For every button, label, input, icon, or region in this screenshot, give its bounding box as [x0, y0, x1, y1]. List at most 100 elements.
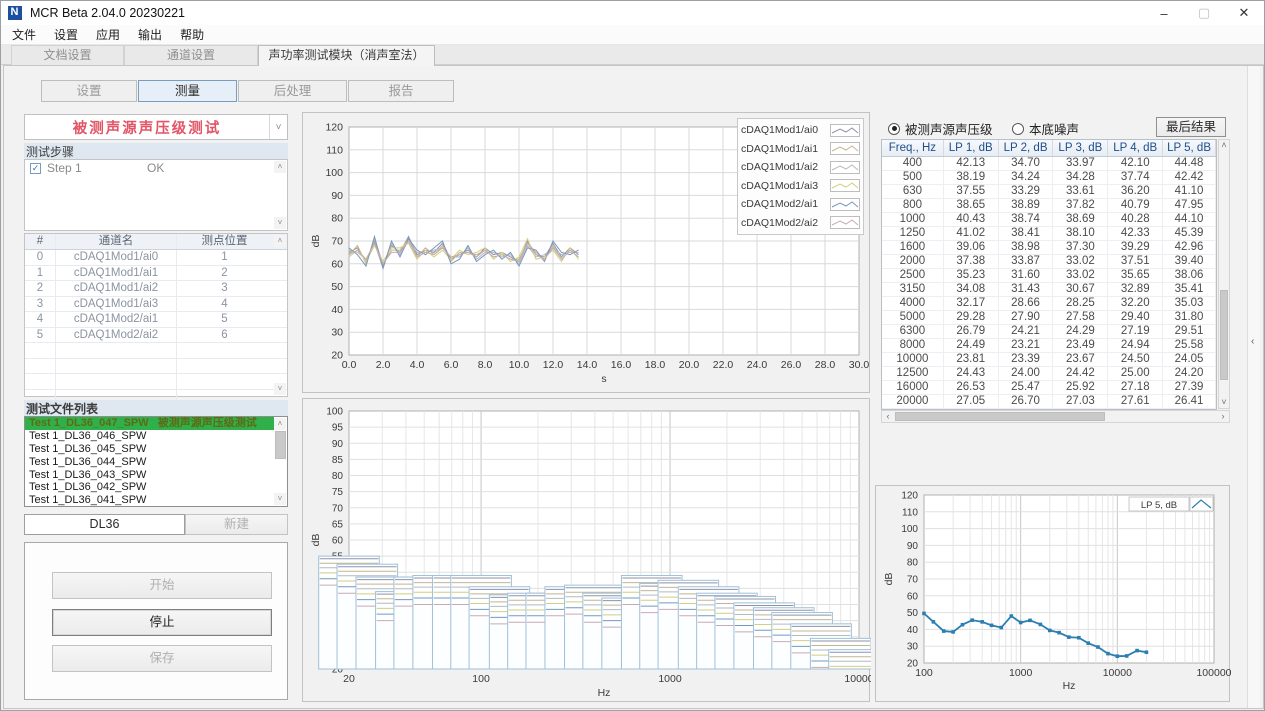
result-table-row[interactable]: 315034.0831.4330.6732.8935.41	[882, 283, 1216, 297]
scroll-down-icon[interactable]: ˅	[1219, 397, 1229, 408]
test-file-item[interactable]: Test 1_DL36_046_SPW	[25, 430, 274, 443]
chevron-down-icon[interactable]: ˅	[269, 115, 287, 139]
scrollbar-thumb[interactable]	[275, 431, 286, 459]
scroll-down-icon[interactable]: ˅	[274, 383, 286, 395]
column-header[interactable]: LP 3, dB	[1053, 140, 1108, 156]
svg-text:75: 75	[332, 487, 344, 498]
legend-entry: cDAQ1Mod1/ai1	[741, 140, 860, 159]
channel-table-row[interactable]: 0cDAQ1Mod1/ai01	[25, 250, 287, 266]
minimize-button[interactable]: –	[1144, 1, 1184, 25]
menu-item-apply[interactable]: 应用	[87, 26, 129, 43]
test-file-list[interactable]: Test 1_DL36_047_SPW 被测声源声压级测试Test 1_DL36…	[24, 416, 288, 507]
result-table-row[interactable]: 800024.4923.2123.4924.9425.58	[882, 339, 1216, 353]
column-header[interactable]: LP 5, dB	[1163, 140, 1216, 156]
menu-item-help[interactable]: 帮助	[171, 26, 213, 43]
scroll-up-icon[interactable]: ˄	[274, 235, 286, 247]
svg-text:120: 120	[325, 122, 343, 134]
result-table-row[interactable]: 1600026.5325.4725.9227.1827.39	[882, 381, 1216, 395]
new-file-button[interactable]: 新建	[185, 514, 288, 535]
table-cell: 34.24	[999, 171, 1054, 184]
scroll-up-icon[interactable]: ˄	[274, 161, 286, 173]
radio-measured-source[interactable]: 被测声源声压级	[888, 119, 993, 138]
tab-sound-power-module[interactable]: 声功率测试模块（消声室法）	[258, 45, 435, 66]
scroll-up-icon[interactable]: ˄	[1219, 140, 1229, 151]
channel-table-row[interactable]: 3cDAQ1Mod1/ai34	[25, 297, 287, 313]
test-file-item[interactable]: Test 1_DL36_043_SPW	[25, 469, 274, 482]
test-type-dropdown[interactable]: 被测声源声压级测试 ˅	[24, 114, 288, 140]
subtab-postprocess[interactable]: 后处理	[238, 80, 347, 102]
table-cell: 28.25	[1053, 297, 1108, 310]
scroll-down-icon[interactable]: ˅	[274, 217, 286, 229]
result-table-vscrollbar[interactable]: ˄ ˅	[1218, 139, 1230, 409]
subtab-report[interactable]: 报告	[348, 80, 454, 102]
svg-text:90: 90	[331, 190, 343, 202]
table-cell: 38.06	[1163, 269, 1216, 282]
stop-button[interactable]: 停止	[52, 609, 272, 636]
channel-table[interactable]: #通道名测点位置0cDAQ1Mod1/ai011cDAQ1Mod1/ai122c…	[24, 233, 288, 397]
subtab-measure[interactable]: 测量	[138, 80, 237, 102]
svg-text:90: 90	[907, 541, 919, 552]
result-table-row[interactable]: 40042.1334.7033.9742.1044.48	[882, 157, 1216, 171]
channel-table-row[interactable]	[25, 359, 287, 375]
channel-table-row[interactable]: 4cDAQ1Mod2/ai15	[25, 312, 287, 328]
table-cell: 37.82	[1053, 199, 1108, 212]
channel-table-row[interactable]: 2cDAQ1Mod1/ai23	[25, 281, 287, 297]
step-list-item[interactable]: ✓Step 1OK	[25, 160, 287, 176]
menu-item-file[interactable]: 文件	[3, 26, 45, 43]
column-header[interactable]: LP 4, dB	[1108, 140, 1163, 156]
channel-table-row[interactable]	[25, 343, 287, 359]
tab-document-settings[interactable]: 文档设置	[11, 45, 124, 65]
maximize-button[interactable]: ▢	[1184, 1, 1224, 25]
checkbox-icon[interactable]: ✓	[30, 163, 41, 174]
result-table-row[interactable]: 2000027.0526.7027.0327.6126.41	[882, 395, 1216, 409]
table-cell: 37.38	[944, 255, 999, 268]
scrollbar-thumb[interactable]	[1220, 290, 1228, 380]
collapse-left-icon[interactable]: ‹	[1251, 336, 1254, 347]
column-header[interactable]: LP 1, dB	[944, 140, 999, 156]
result-table-hscrollbar[interactable]: ‹ ›	[881, 410, 1230, 423]
scroll-left-icon[interactable]: ‹	[883, 411, 893, 422]
column-header[interactable]: LP 2, dB	[999, 140, 1054, 156]
result-table-row[interactable]: 63037.5533.2933.6136.2041.10	[882, 185, 1216, 199]
result-table-row[interactable]: 200037.3833.8733.0237.5139.40	[882, 255, 1216, 269]
table-cell: 5	[25, 328, 55, 343]
channel-table-row[interactable]: 1cDAQ1Mod1/ai12	[25, 266, 287, 282]
final-result-button[interactable]: 最后结果	[1156, 117, 1226, 137]
subtab-setup[interactable]: 设置	[41, 80, 137, 102]
column-header[interactable]: Freq., Hz	[882, 140, 944, 156]
result-table[interactable]: Freq., HzLP 1, dBLP 2, dBLP 3, dBLP 4, d…	[881, 139, 1217, 410]
save-button[interactable]: 保存	[52, 645, 272, 672]
result-table-row[interactable]: 500029.2827.9027.5829.4031.80	[882, 311, 1216, 325]
result-table-row[interactable]: 400032.1728.6628.2532.2035.03	[882, 297, 1216, 311]
close-button[interactable]: ✕	[1224, 1, 1264, 25]
result-table-row[interactable]: 250035.2331.6033.0235.6538.06	[882, 269, 1216, 283]
table-cell: 38.69	[1053, 213, 1108, 226]
scroll-down-icon[interactable]: ˅	[274, 493, 286, 505]
scroll-up-icon[interactable]: ˄	[274, 418, 286, 430]
result-table-row[interactable]: 1000023.8123.3923.6724.5024.05	[882, 353, 1216, 367]
test-file-item[interactable]: Test 1_DL36_041_SPW	[25, 494, 274, 507]
result-table-row[interactable]: 1250024.4324.0024.4225.0024.20	[882, 367, 1216, 381]
channel-table-row[interactable]	[25, 374, 287, 390]
scroll-right-icon[interactable]: ›	[1218, 411, 1228, 422]
result-table-row[interactable]: 100040.4338.7438.6940.2844.10	[882, 213, 1216, 227]
result-table-row[interactable]: 50038.1934.2434.2837.7442.42	[882, 171, 1216, 185]
test-file-item[interactable]: Test 1_DL36_044_SPW	[25, 456, 274, 469]
scrollbar-thumb[interactable]	[895, 412, 1105, 421]
channel-table-row[interactable]: 5cDAQ1Mod2/ai26	[25, 328, 287, 344]
test-file-item[interactable]: Test 1_DL36_042_SPW	[25, 481, 274, 494]
result-table-row[interactable]: 80038.6538.8937.8240.7947.95	[882, 199, 1216, 213]
result-table-row[interactable]: 125041.0238.4138.1042.3345.39	[882, 227, 1216, 241]
radio-background-noise[interactable]: 本底噪声	[1012, 119, 1079, 138]
test-file-item[interactable]: Test 1_DL36_045_SPW	[25, 443, 274, 456]
start-button[interactable]: 开始	[52, 572, 272, 599]
result-table-row[interactable]: 160039.0638.9837.3039.2942.96	[882, 241, 1216, 255]
menu-item-settings[interactable]: 设置	[45, 26, 87, 43]
tab-channel-settings[interactable]: 通道设置	[124, 45, 258, 65]
file-prefix-field[interactable]: DL36	[24, 514, 185, 535]
table-cell: 23.67	[1053, 353, 1108, 366]
menu-item-output[interactable]: 输出	[129, 26, 171, 43]
steps-list[interactable]: ✓Step 1OK ˄ ˅	[24, 159, 288, 231]
test-file-item[interactable]: Test 1_DL36_047_SPW 被测声源声压级测试	[25, 417, 274, 430]
result-table-row[interactable]: 630026.7924.2124.2927.1929.51	[882, 325, 1216, 339]
